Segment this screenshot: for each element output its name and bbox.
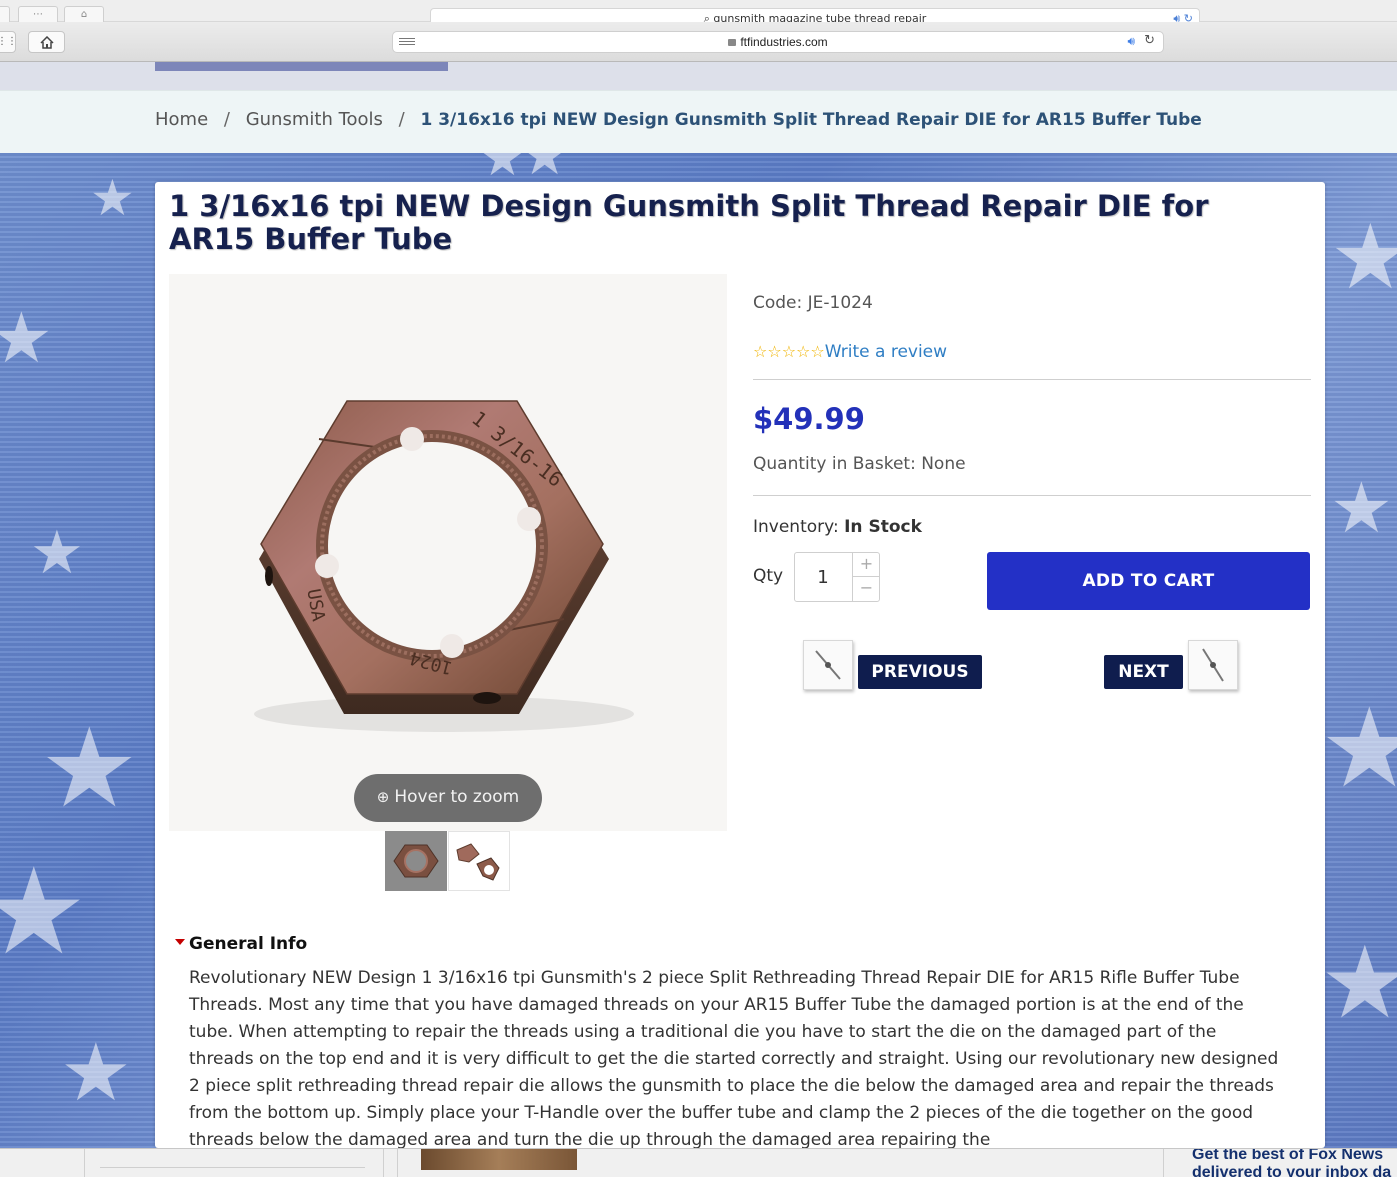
grid-icon[interactable]: ⋮⋮ [0, 31, 17, 53]
underlying-photo [421, 1149, 577, 1170]
quantity-input[interactable] [795, 553, 851, 601]
star-decoration: ★ [40, 704, 139, 832]
inventory-value: In Stock [844, 517, 922, 537]
background-grid-icon[interactable]: ⋯ [18, 6, 58, 22]
breadcrumb-current: 1 3/16x16 tpi NEW Design Gunsmith Split … [420, 110, 1202, 130]
star-decoration: ★ [480, 153, 525, 187]
star-decoration: ★ [1320, 924, 1397, 1041]
next-product-thumbnail[interactable] [1188, 640, 1238, 690]
background-window-strip: ⋯ ⌂ ⌕ gunsmith magazine tube thread repa… [0, 0, 1397, 24]
site-header [0, 62, 1397, 90]
quantity-increase-button[interactable]: + [852, 553, 880, 577]
divider [84, 1149, 85, 1177]
star-decoration: ★ [1320, 684, 1397, 812]
hover-to-zoom-pill[interactable]: ⊕ Hover to zoom [354, 774, 542, 822]
product-price: $49.99 [753, 402, 865, 436]
quantity-decrease-button[interactable]: − [852, 577, 880, 601]
add-to-cart-button[interactable]: ADD TO CART [987, 552, 1310, 610]
product-thumbnail-2[interactable] [448, 831, 510, 891]
address-bar[interactable]: ftfindustries.com 🔊︎ ↻ [392, 31, 1164, 53]
underlying-page-strip: Get the best of Fox News delivered to yo… [0, 1148, 1397, 1177]
star-decoration: ★ [0, 297, 53, 379]
newsletter-promo-line2: delivered to your inbox da [1192, 1164, 1392, 1177]
star-decoration: ★ [1330, 205, 1397, 310]
product-thumbnail-1[interactable] [385, 831, 447, 891]
star-decoration: ★ [30, 518, 84, 588]
star-decoration: ★ [1330, 467, 1393, 549]
breadcrumb-bar: Home / Gunsmith Tools / 1 3/16x16 tpi NE… [0, 90, 1397, 153]
background-tab-button[interactable] [0, 6, 10, 22]
home-button[interactable] [28, 31, 65, 53]
browser-toolbar: ⋮⋮ ftfindustries.com 🔊︎ ↻ [0, 22, 1397, 62]
rating-row: ☆☆☆☆☆Write a review [753, 342, 947, 362]
basket-quantity: Quantity in Basket: None [753, 454, 966, 474]
breadcrumb-home-link[interactable]: Home [155, 109, 208, 130]
general-info-text: Revolutionary NEW Design 1 3/16x16 tpi G… [189, 968, 1279, 1150]
die-photo: 1 3/16-16 USA 1024 [254, 400, 634, 732]
product-image[interactable]: 1 3/16-16 USA 1024 ⊕ Hover to zoom [169, 274, 727, 831]
breadcrumb-category-link[interactable]: Gunsmith Tools [246, 109, 383, 130]
die-thumbnail-image [393, 844, 439, 878]
previous-button[interactable]: PREVIOUS [858, 655, 982, 689]
product-code: Code: JE-1024 [753, 293, 873, 313]
qty-label: Qty [753, 566, 784, 586]
divider [100, 1167, 365, 1168]
hover-to-zoom-label: Hover to zoom [394, 787, 520, 807]
inventory-status: Inventory: In Stock [753, 517, 922, 537]
rating-stars-icon[interactable]: ☆☆☆☆☆ [753, 342, 825, 361]
newsletter-promo[interactable]: Get the best of Fox News delivered to yo… [1192, 1148, 1392, 1177]
previous-product-thumbnail[interactable] [803, 640, 853, 690]
divider [753, 495, 1311, 496]
product-title: 1 3/16x16 tpi NEW Design Gunsmith Split … [169, 189, 1209, 256]
general-info-toggle[interactable]: General Info [175, 934, 307, 954]
breadcrumb-separator: / [223, 109, 230, 130]
split-die-thumbnail-image [456, 843, 500, 881]
product-card: 1 3/16x16 tpi NEW Design Gunsmith Split … [155, 182, 1325, 1150]
expand-arrow-icon [175, 939, 185, 945]
general-info-heading: General Info [189, 934, 308, 954]
t-handle-thumbnail-image [1202, 648, 1224, 682]
lock-icon [728, 39, 737, 46]
reload-icon[interactable]: ↻ [1144, 33, 1155, 48]
newsletter-promo-line1: Get the best of Fox News [1192, 1148, 1384, 1163]
divider [753, 379, 1311, 380]
url-text: ftfindustries.com [740, 35, 828, 49]
star-decoration: ★ [0, 843, 88, 982]
breadcrumb: Home / Gunsmith Tools / 1 3/16x16 tpi NE… [155, 109, 1202, 130]
write-review-link[interactable]: Write a review [825, 342, 947, 362]
site-nav-bar[interactable] [155, 62, 448, 71]
divider [383, 1149, 384, 1177]
zoom-in-icon: ⊕ [376, 788, 390, 806]
background-home-icon[interactable]: ⌂ [64, 6, 104, 22]
home-icon [39, 35, 54, 49]
star-decoration: ★ [90, 169, 135, 227]
inventory-label: Inventory: [753, 517, 839, 537]
divider [1163, 1149, 1164, 1177]
divider [397, 1149, 398, 1177]
next-button[interactable]: NEXT [1104, 655, 1183, 689]
star-decoration: ★ [60, 1026, 132, 1119]
audio-icon[interactable]: 🔊︎ [1127, 34, 1135, 49]
quantity-stepper: + − [794, 552, 880, 602]
t-handle-thumbnail-image [815, 650, 841, 680]
star-decoration: ★ [520, 153, 570, 187]
breadcrumb-separator: / [398, 109, 405, 130]
